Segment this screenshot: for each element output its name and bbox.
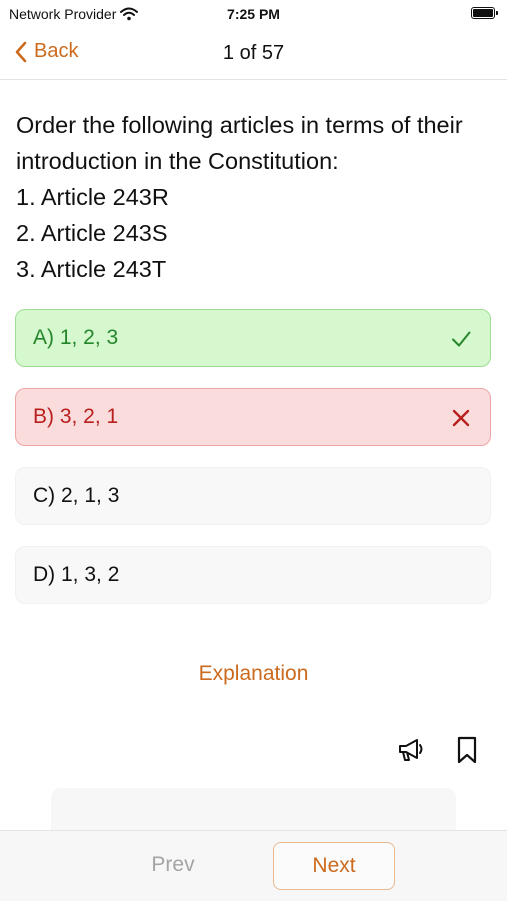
option-label: D) 1, 3, 2	[33, 563, 120, 586]
cross-icon	[452, 409, 470, 427]
question-stem: Order the following articles in terms of…	[16, 112, 463, 174]
explanation-link[interactable]: Explanation	[0, 662, 507, 686]
option-b-incorrect[interactable]: B) 3, 2, 1	[15, 388, 491, 446]
option-label: B) 3, 2, 1	[33, 405, 119, 428]
option-label: C) 2, 1, 3	[33, 484, 120, 507]
bookmark-icon[interactable]	[452, 735, 482, 765]
prev-button[interactable]: Prev	[120, 853, 226, 877]
option-d[interactable]: D) 1, 3, 2	[15, 546, 491, 604]
question-counter: 1 of 57	[222, 42, 285, 64]
status-time: 7:25 PM	[227, 6, 280, 22]
option-label: A) 1, 2, 3	[33, 326, 119, 349]
question-item: 3. Article 243T	[16, 256, 167, 282]
checkmark-icon	[452, 331, 471, 347]
status-bar: Network Provider 7:25 PM	[0, 0, 507, 28]
battery-icon	[471, 7, 498, 19]
question-item: 2. Article 243S	[16, 220, 168, 246]
option-a-correct[interactable]: A) 1, 2, 3	[15, 309, 491, 367]
option-c[interactable]: C) 2, 1, 3	[15, 467, 491, 525]
bottom-bar: Prev Next	[0, 830, 507, 901]
question-item: 1. Article 243R	[16, 184, 169, 210]
megaphone-icon[interactable]	[397, 735, 427, 765]
next-label: Next	[312, 854, 356, 877]
question-text: Order the following articles in terms of…	[16, 107, 496, 287]
navigation-bar: Back 1 of 57	[0, 28, 507, 80]
next-button[interactable]: Next	[273, 842, 395, 890]
